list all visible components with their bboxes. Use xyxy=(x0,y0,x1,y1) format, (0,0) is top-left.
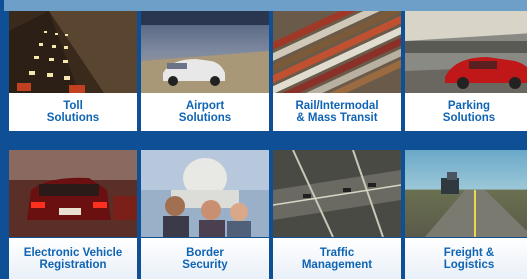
vehicle-rear-photo xyxy=(9,150,137,237)
parking-garage-photo xyxy=(405,11,527,93)
rail-yard-photo xyxy=(273,11,401,93)
tile-toll-solutions[interactable]: Toll Solutions xyxy=(9,11,137,131)
tile-label: Toll Solutions xyxy=(46,100,100,124)
traffic-intersection-photo xyxy=(273,150,401,237)
tile-label: Electronic Vehicle Registration xyxy=(23,246,123,271)
highway-traffic-photo xyxy=(9,11,137,93)
tile-label: Traffic Management xyxy=(301,246,373,271)
tile-freight-logistics[interactable]: Freight & Logistics xyxy=(405,150,527,279)
tile-airport-solutions[interactable]: Airport Solutions xyxy=(141,11,269,131)
tile-label: Rail/Intermodal & Mass Transit xyxy=(295,100,379,124)
capitol-people-photo xyxy=(141,150,269,237)
top-bar xyxy=(4,0,527,11)
airport-car-photo xyxy=(141,11,269,93)
tile-label: Airport Solutions xyxy=(178,100,232,124)
tile-rail-intermodal[interactable]: Rail/Intermodal & Mass Transit xyxy=(273,11,401,131)
tile-electronic-vehicle-registration[interactable]: Electronic Vehicle Registration xyxy=(9,150,137,279)
tile-label: Border Security xyxy=(182,246,228,271)
tile-traffic-management[interactable]: Traffic Management xyxy=(273,150,401,279)
tile-label: Parking Solutions xyxy=(442,100,496,124)
tile-border-security[interactable]: Border Security xyxy=(141,150,269,279)
tile-parking-solutions[interactable]: Parking Solutions xyxy=(405,11,527,131)
truck-highway-photo xyxy=(405,150,527,237)
tile-label: Freight & Logistics xyxy=(443,246,495,271)
